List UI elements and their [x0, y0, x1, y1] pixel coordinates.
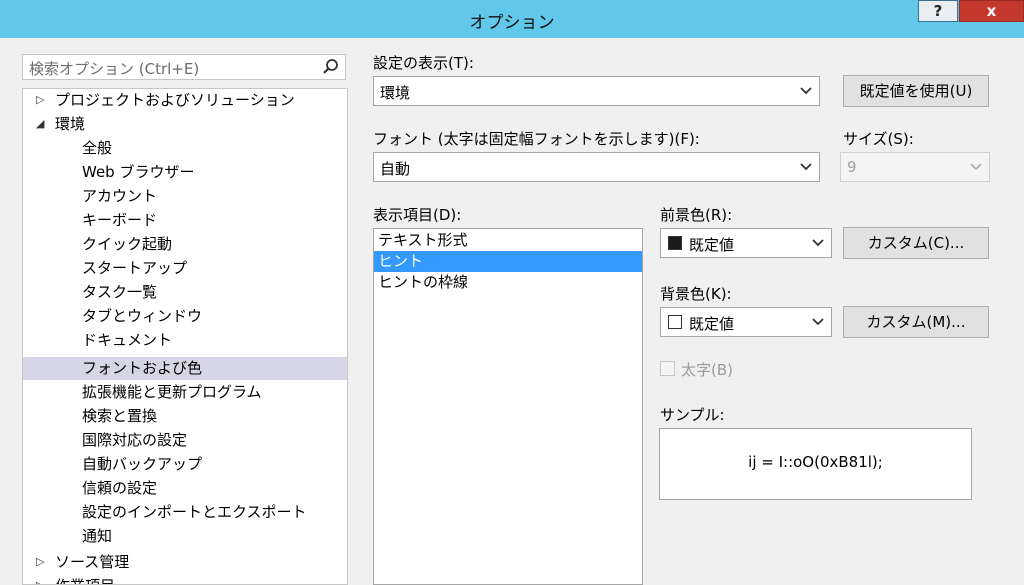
search-input[interactable]: 検索オプション (Ctrl+E) [22, 54, 346, 80]
close-button[interactable]: x [959, 0, 1024, 22]
expand-expanded-icon[interactable]: ◢ [36, 118, 48, 130]
tree-item-startup[interactable]: スタートアップ [23, 257, 347, 280]
tree-item-label: ソース管理 [55, 553, 130, 571]
tree-item-task-list[interactable]: タスク一覧 [23, 281, 347, 304]
tree-item-autorecover[interactable]: 自動バックアップ [23, 453, 347, 476]
foreground-label: 前景色(R): [660, 206, 733, 224]
tree-item-quick-launch[interactable]: クイック起動 [23, 233, 347, 256]
foreground-swatch [668, 236, 682, 250]
tree-item-notifications[interactable]: 通知 [23, 525, 347, 548]
expand-collapsed-icon[interactable]: ▷ [36, 556, 48, 568]
font-dropdown[interactable]: 自動 [373, 152, 820, 182]
tree-item-label: タスク一覧 [82, 283, 158, 301]
show-settings-value: 環境 [380, 84, 411, 102]
tree-item-label: 環境 [55, 115, 86, 133]
bold-label: 太字(B) [681, 361, 733, 379]
tree-item-documents[interactable]: ドキュメント [23, 329, 347, 352]
tree-item-trust[interactable]: 信頼の設定 [23, 477, 347, 500]
tree-item-label: プロジェクトおよびソリューション [55, 91, 295, 109]
show-settings-label: 設定の表示(T): [373, 54, 474, 72]
chevron-down-icon [812, 239, 824, 247]
font-label: フォント (太字は固定幅フォントを示します)(F): [373, 130, 700, 148]
tree-item-general[interactable]: 全般 [23, 137, 347, 160]
background-swatch [668, 315, 682, 329]
tree-item-label: 全般 [82, 139, 113, 157]
options-tree[interactable]: ▷ プロジェクトおよびソリューション ◢ 環境 全般 Web ブラウザー アカウ… [22, 88, 348, 585]
chevron-down-icon [800, 163, 812, 171]
tree-item-label: 信頼の設定 [82, 479, 158, 497]
sample-label: サンプル: [660, 406, 725, 424]
tree-item-label: 作業項目 [55, 575, 115, 584]
tree-item-label: 自動バックアップ [82, 455, 203, 473]
foreground-dropdown[interactable]: 既定値 [660, 228, 832, 258]
tree-item-extensions-updates[interactable]: 拡張機能と更新プログラム [23, 381, 347, 404]
tree-item-label: ドキュメント [82, 331, 173, 349]
use-defaults-button[interactable]: 既定値を使用(U) [843, 75, 989, 107]
display-items-list[interactable]: テキスト形式 ヒント ヒントの枠線 [373, 228, 643, 585]
tree-item-label: フォントおよび色 [82, 359, 203, 377]
font-value: 自動 [380, 160, 411, 178]
tree-item-international[interactable]: 国際対応の設定 [23, 429, 347, 452]
display-item-hint-border[interactable]: ヒントの枠線 [374, 272, 642, 293]
tree-item-account[interactable]: アカウント [23, 185, 347, 208]
foreground-value: 既定値 [689, 236, 735, 254]
sample-text: ij = I::oO(0xB81l); [748, 453, 883, 471]
window-title: オプション [469, 13, 555, 33]
tree-item-label: タブとウィンドウ [82, 307, 203, 325]
chevron-down-icon [970, 163, 982, 171]
sample-preview: ij = I::oO(0xB81l); [659, 428, 972, 500]
background-custom-button[interactable]: カスタム(M)... [843, 306, 989, 338]
help-button[interactable]: ? [918, 0, 958, 22]
foreground-custom-button[interactable]: カスタム(C)... [843, 227, 989, 259]
tree-item-label: 通知 [82, 527, 113, 545]
tree-item-tabs-windows[interactable]: タブとウィンドウ [23, 305, 347, 328]
tree-item-label: Web ブラウザー [82, 163, 195, 181]
search-placeholder: 検索オプション (Ctrl+E) [29, 60, 200, 78]
tree-item-label: 設定のインポートとエクスポート [82, 503, 307, 521]
tree-item-source-control[interactable]: ▷ ソース管理 [23, 551, 347, 574]
tree-item-projects[interactable]: ▷ プロジェクトおよびソリューション [23, 89, 347, 112]
bold-checkbox[interactable] [660, 361, 675, 376]
size-dropdown[interactable]: 9 [840, 152, 990, 182]
tree-item-find-replace[interactable]: 検索と置換 [23, 405, 347, 428]
tree-item-keyboard[interactable]: キーボード [23, 209, 347, 232]
display-items-label: 表示項目(D): [373, 206, 462, 224]
search-icon[interactable] [321, 56, 341, 78]
tree-item-web-browser[interactable]: Web ブラウザー [23, 161, 347, 184]
expand-collapsed-icon[interactable]: ▷ [36, 580, 48, 585]
tree-item-label: スタートアップ [82, 259, 188, 277]
tree-item-environment[interactable]: ◢ 環境 [23, 113, 347, 136]
size-value: 9 [847, 158, 857, 176]
chevron-down-icon [812, 318, 824, 326]
chevron-down-icon [800, 87, 812, 95]
background-dropdown[interactable]: 既定値 [660, 307, 832, 337]
tree-item-fonts-colors[interactable]: フォントおよび色 [23, 357, 347, 380]
background-value: 既定値 [689, 315, 735, 333]
background-label: 背景色(K): [660, 285, 732, 303]
tree-item-label: キーボード [82, 211, 158, 229]
size-label: サイズ(S): [843, 130, 914, 148]
tree-item-label: 検索と置換 [82, 407, 158, 425]
tree-item-label: 拡張機能と更新プログラム [82, 383, 262, 401]
expand-collapsed-icon[interactable]: ▷ [36, 94, 48, 106]
display-item-text-format[interactable]: テキスト形式 [374, 230, 642, 251]
tree-item-label: 国際対応の設定 [82, 431, 188, 449]
title-bar: オプション ? x [0, 0, 1024, 38]
tree-item-import-export[interactable]: 設定のインポートとエクスポート [23, 501, 347, 524]
tree-item-label: クイック起動 [82, 235, 173, 253]
display-item-hint[interactable]: ヒント [374, 251, 642, 272]
tree-item-work-items[interactable]: ▷ 作業項目 [23, 575, 347, 585]
show-settings-dropdown[interactable]: 環境 [373, 76, 820, 106]
tree-item-label: アカウント [82, 187, 158, 205]
